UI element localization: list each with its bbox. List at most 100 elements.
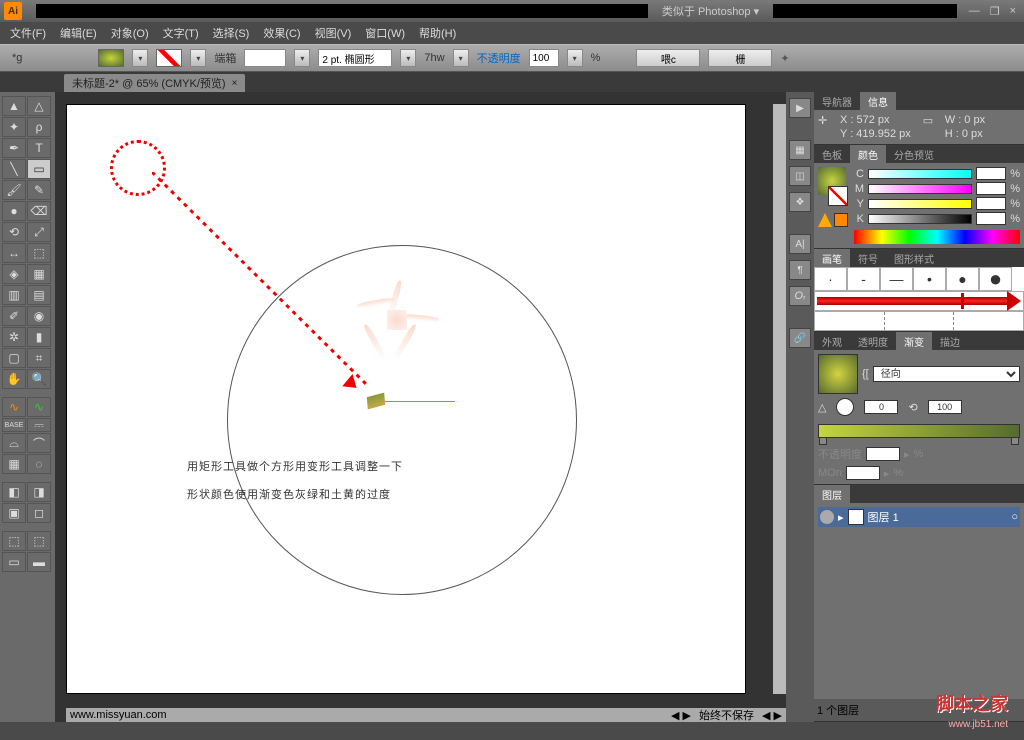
tab-gradient[interactable]: 渐变 [896, 332, 932, 350]
y-slider[interactable] [868, 199, 972, 209]
document-tab[interactable]: 未标题-2* @ 65% (CMYK/预览) × [64, 74, 245, 92]
gradient-stop-1[interactable] [819, 437, 827, 445]
gradient-preview[interactable] [818, 354, 858, 394]
layer-row-1[interactable]: ▸ 图层 1 ○ [818, 507, 1020, 527]
menu-effect[interactable]: 效果(C) [263, 25, 300, 41]
dock-para-icon[interactable]: ¶ [789, 260, 811, 280]
mesh-tool[interactable]: ▥ [2, 285, 26, 305]
pattern-tool[interactable]: ▦ [2, 454, 26, 474]
graph-tool[interactable]: ▮ [27, 327, 51, 347]
dock-play-icon[interactable]: ▶ [789, 98, 811, 118]
tab-color[interactable]: 颜色 [850, 145, 886, 163]
fill-dropdown[interactable]: ▾ [132, 49, 148, 67]
direct-selection-tool[interactable]: △ [27, 96, 51, 116]
gradient-annotator[interactable] [385, 401, 455, 402]
dock-type-icon[interactable]: A| [789, 234, 811, 254]
layer-visibility-icon[interactable] [820, 510, 834, 524]
dock-brushes-icon[interactable]: ◫ [789, 166, 811, 186]
tab-appearance[interactable]: 外观 [814, 332, 850, 350]
curvature-tool-2[interactable]: ∿ [27, 397, 51, 417]
menu-view[interactable]: 视图(V) [315, 25, 352, 41]
stroke-dropdown[interactable]: ▾ [190, 49, 206, 67]
layer-target-icon[interactable]: ○ [1011, 511, 1018, 523]
blob-brush-tool[interactable]: ● [2, 201, 26, 221]
dock-swatches-icon[interactable]: ▦ [789, 140, 811, 160]
star-shape[interactable] [357, 280, 437, 360]
layer-name[interactable]: 图层 1 [868, 509, 899, 525]
draw-mode-1[interactable]: ⬚ [2, 531, 26, 551]
fill-stroke-4[interactable]: ◻ [27, 503, 51, 523]
k-slider[interactable] [868, 214, 972, 224]
tab-stroke-panel[interactable]: 描边 [932, 332, 968, 350]
pencil-tool[interactable]: ✎ [27, 180, 51, 200]
opacity-dd[interactable]: ▾ [567, 49, 583, 67]
horizontal-scrollbar[interactable]: www.missyuan.com ◀ ▶ 始终不保存 ◀ ▶ [66, 708, 786, 722]
menu-type[interactable]: 文字(T) [163, 25, 199, 41]
zoom-tool[interactable]: 🔍 [27, 369, 51, 389]
workspace-switcher[interactable]: 类似于 Photoshop ▾ [656, 3, 765, 19]
dock-links-icon[interactable]: 🔗 [789, 328, 811, 348]
stroke-color-swatch[interactable] [828, 186, 848, 206]
tab-graphicstyles[interactable]: 图形样式 [886, 249, 942, 267]
fill-stroke-2[interactable]: ◨ [27, 482, 51, 502]
screen-mode-1[interactable]: ▭ [2, 552, 26, 572]
k-input[interactable] [976, 212, 1006, 225]
width-tool[interactable]: ↔ [2, 243, 26, 263]
m-input[interactable] [976, 182, 1006, 195]
shape-builder-tool[interactable]: ◈ [2, 264, 26, 284]
fill-swatch[interactable] [98, 49, 124, 67]
gradient-ramp[interactable] [818, 424, 1020, 438]
curvature-tool[interactable]: ∿ [2, 397, 26, 417]
web-color-swatch[interactable] [834, 213, 848, 227]
tab-info[interactable]: 信息 [860, 92, 896, 110]
gamut-warning-icon[interactable] [818, 213, 832, 227]
brush-4[interactable]: • [913, 267, 946, 291]
blend-tool[interactable]: ◉ [27, 306, 51, 326]
warp-tool-1[interactable]: ⌓ [2, 433, 26, 453]
eraser-tool[interactable]: ⌫ [27, 201, 51, 221]
brush-6[interactable]: ● [979, 267, 1012, 291]
tab-symbols[interactable]: 符号 [850, 249, 886, 267]
perspective-tool[interactable]: ▦ [27, 264, 51, 284]
scale-tool[interactable]: ⤢ [27, 222, 51, 242]
minimize-button[interactable]: — [969, 5, 980, 18]
rectangle-tool[interactable]: ▭ [27, 159, 51, 179]
stroke-profile-input[interactable] [318, 49, 392, 67]
restore-button[interactable]: ❐ [990, 5, 1000, 18]
arrow-brush[interactable] [814, 291, 1024, 311]
draw-mode-2[interactable]: ⬚ [27, 531, 51, 551]
slice-tool[interactable]: ⌗ [27, 348, 51, 368]
style-button-2[interactable]: 栅 [708, 49, 772, 67]
layer-expand-icon[interactable]: ▸ [838, 511, 844, 524]
menu-file[interactable]: 文件(F) [10, 25, 46, 41]
menu-edit[interactable]: 编辑(E) [60, 25, 97, 41]
m-slider[interactable] [868, 184, 972, 194]
artboard[interactable]: 用矩形工具做个方形用变形工具调整一下 形状颜色使用渐变色灰绿和土黄的过度 [66, 104, 746, 694]
pen-tool[interactable]: ✒ [2, 138, 26, 158]
dock-opentype-icon[interactable]: Oᵣ [789, 286, 811, 306]
canvas-area[interactable]: 用矩形工具做个方形用变形工具调整一下 形状颜色使用渐变色灰绿和土黄的过度 www… [56, 92, 786, 722]
angle-input[interactable] [864, 400, 898, 414]
base-tool[interactable]: BASE [2, 418, 26, 432]
line-tool[interactable]: ╲ [2, 159, 26, 179]
screen-mode-2[interactable]: ▬ [27, 552, 51, 572]
lasso-tool[interactable]: ρ [27, 117, 51, 137]
hand-tool[interactable]: ✋ [2, 369, 26, 389]
tab-brushes[interactable]: 画笔 [814, 249, 850, 267]
angle-dial[interactable] [836, 398, 854, 416]
stroke-swatch[interactable] [156, 49, 182, 67]
tab-separations[interactable]: 分色预览 [886, 145, 942, 163]
dock-symbols-icon[interactable]: ❖ [789, 192, 811, 212]
fill-stroke-3[interactable]: ▣ [2, 503, 26, 523]
brush-5[interactable]: ● [946, 267, 979, 291]
fill-stroke-1[interactable]: ◧ [2, 482, 26, 502]
style-button-1[interactable]: 喂c [636, 49, 700, 67]
brush-dd[interactable]: ▾ [453, 49, 469, 67]
wand-icon[interactable]: ✦ [780, 52, 789, 65]
artboard-tool[interactable]: ▢ [2, 348, 26, 368]
brush-1[interactable]: · [814, 267, 847, 291]
color-spectrum[interactable] [854, 230, 1020, 244]
vertical-scrollbar[interactable] [773, 104, 786, 694]
y-input[interactable] [976, 197, 1006, 210]
rotate-tool[interactable]: ⟲ [2, 222, 26, 242]
